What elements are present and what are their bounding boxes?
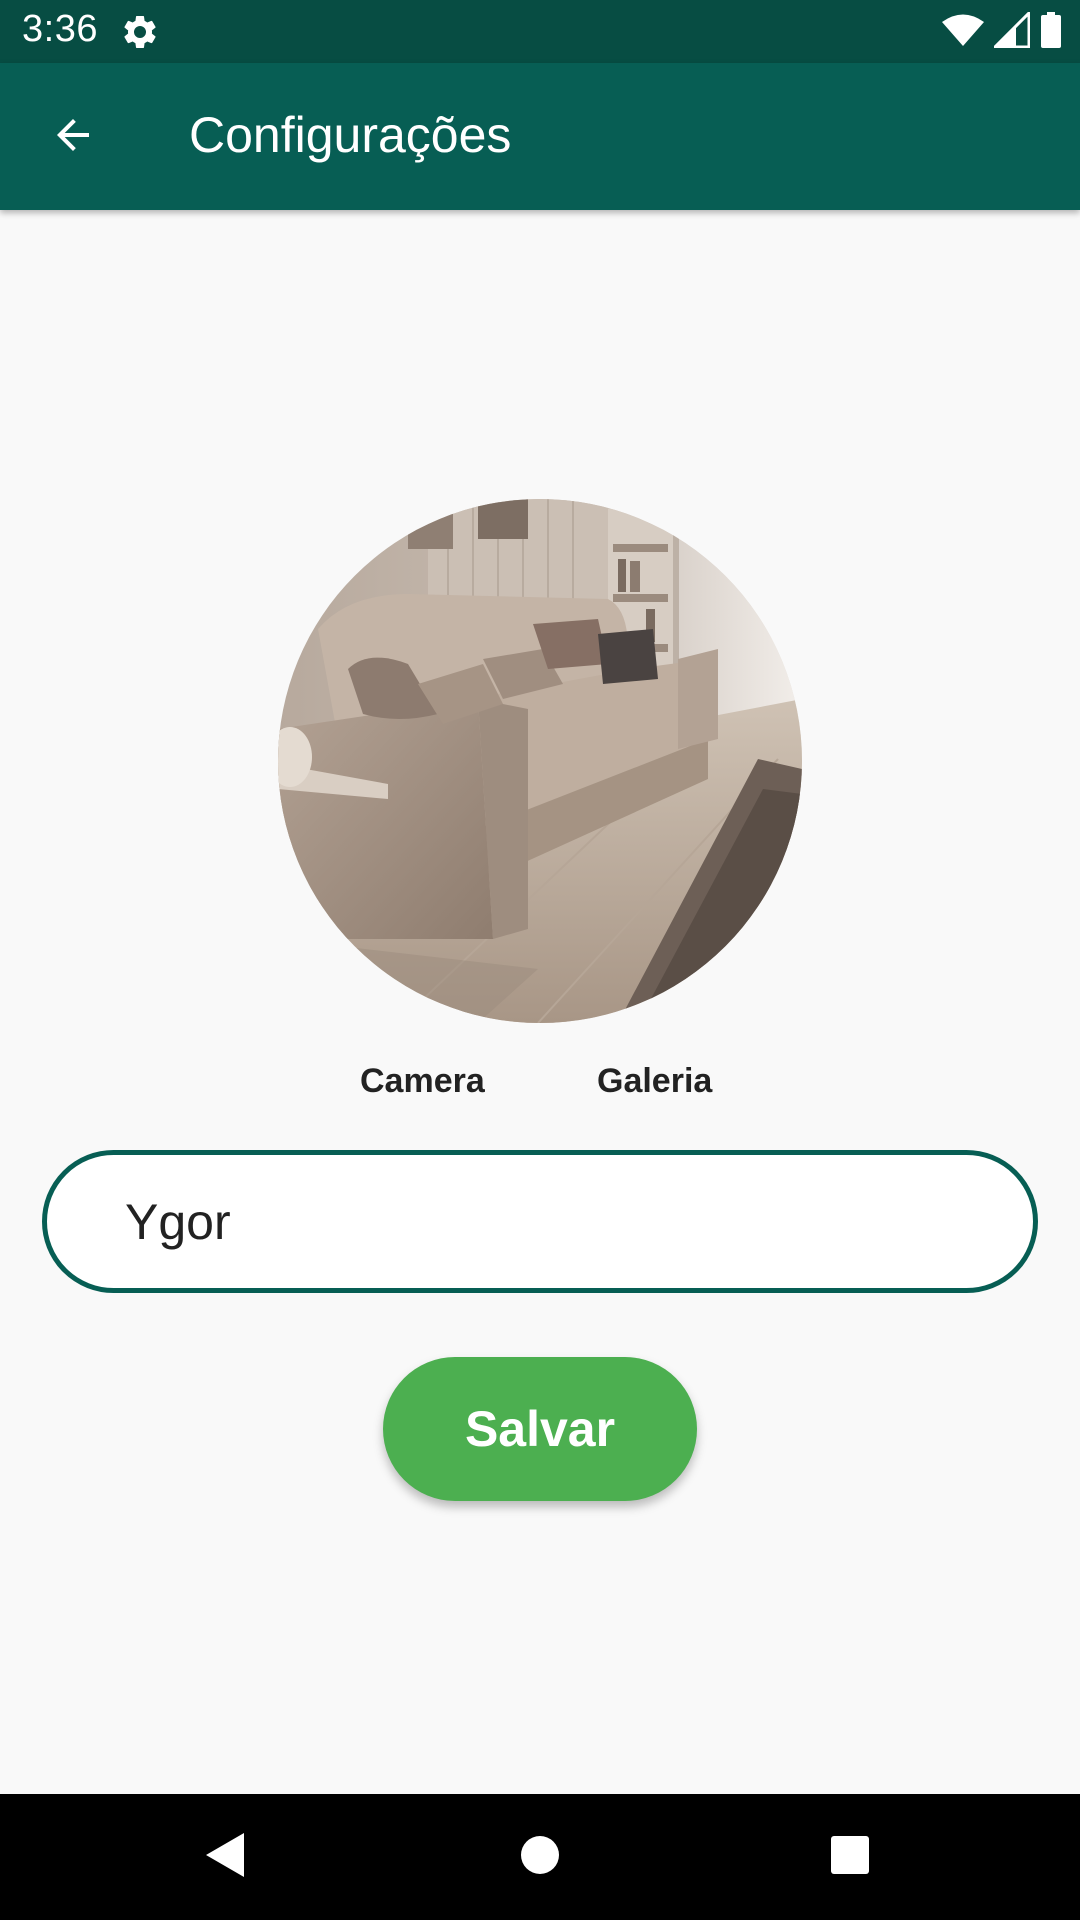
nav-recent-button[interactable] <box>815 1824 885 1890</box>
nav-recent-icon <box>829 1834 871 1881</box>
status-bar: 3:36 <box>0 0 1080 63</box>
nav-home-button[interactable] <box>505 1824 575 1890</box>
app-bar: Configurações <box>0 63 1080 210</box>
signal-icon <box>991 8 1031 53</box>
wifi-icon <box>942 13 984 52</box>
status-icons <box>942 8 1062 54</box>
settings-gear-icon <box>120 12 160 52</box>
nav-back-icon <box>204 1831 246 1884</box>
nav-back-button[interactable] <box>190 1824 260 1890</box>
nav-home-icon <box>518 1833 562 1882</box>
camera-link[interactable]: Camera <box>360 1062 485 1101</box>
arrow-back-icon <box>49 111 97 164</box>
name-field[interactable] <box>42 1150 1038 1293</box>
back-button[interactable] <box>38 107 108 167</box>
living-room-sofa-photo <box>278 499 802 1023</box>
gallery-link[interactable]: Galeria <box>597 1062 712 1101</box>
page-title: Configurações <box>189 107 512 163</box>
navigation-bar <box>0 1794 1080 1920</box>
profile-avatar[interactable] <box>278 499 802 1023</box>
settings-screen: 3:36 Configurações Camera Galeria Ygor S… <box>0 0 1080 1920</box>
name-input[interactable] <box>125 1155 1005 1288</box>
status-time: 3:36 <box>22 8 98 50</box>
save-button[interactable]: Salvar <box>383 1357 697 1501</box>
battery-icon <box>1040 11 1062 53</box>
